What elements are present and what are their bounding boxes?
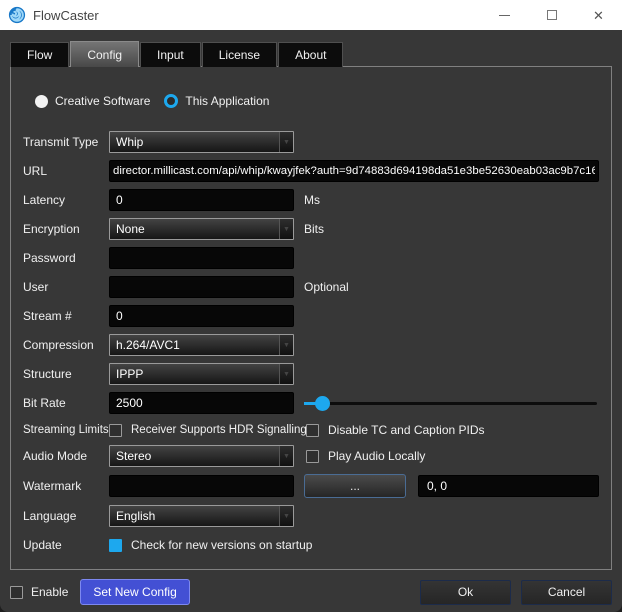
row-language: Language English ▼ xyxy=(23,505,599,527)
streaming-limits-label: Streaming Limits xyxy=(23,424,109,436)
row-password: Password xyxy=(23,247,599,269)
latency-unit-label: Ms xyxy=(304,193,320,207)
url-input[interactable] xyxy=(109,160,599,182)
close-button[interactable]: ✕ xyxy=(575,0,622,30)
radio-creative-software[interactable]: Creative Software xyxy=(35,94,150,108)
stream-number-input[interactable] xyxy=(109,305,294,327)
close-icon: ✕ xyxy=(593,9,604,22)
check-updates-checkbox-group[interactable]: Check for new versions on startup xyxy=(109,538,312,552)
structure-select[interactable]: IPPP ▼ xyxy=(109,363,294,385)
row-latency: Latency Ms xyxy=(23,189,599,211)
watermark-browse-button[interactable]: ... xyxy=(304,474,406,498)
titlebar: FlowCaster ✕ xyxy=(0,0,622,30)
watermark-label: Watermark xyxy=(23,479,109,493)
compression-label: Compression xyxy=(23,338,109,352)
enable-label: Enable xyxy=(31,585,68,599)
row-structure: Structure IPPP ▼ xyxy=(23,363,599,385)
url-label: URL xyxy=(23,164,109,178)
maximize-button[interactable] xyxy=(528,0,575,30)
stream-number-label: Stream # xyxy=(23,309,109,323)
audio-mode-select[interactable]: Stereo ▼ xyxy=(109,445,294,467)
play-audio-locally-checkbox-group[interactable]: Play Audio Locally xyxy=(306,449,425,463)
password-label: Password xyxy=(23,251,109,265)
chevron-down-icon[interactable]: ▼ xyxy=(279,219,293,239)
row-stream-number: Stream # xyxy=(23,305,599,327)
row-transmit-type: Transmit Type Whip ▼ xyxy=(23,131,599,153)
chevron-down-icon[interactable]: ▼ xyxy=(279,335,293,355)
row-bit-rate: Bit Rate xyxy=(23,392,599,414)
slider-track[interactable] xyxy=(304,402,597,405)
language-select[interactable]: English ▼ xyxy=(109,505,294,527)
hdr-signalling-checkbox-group[interactable]: Receiver Supports HDR Signalling xyxy=(109,424,306,437)
row-watermark: Watermark ... xyxy=(23,474,599,498)
row-compression: Compression h.264/AVC1 ▼ xyxy=(23,334,599,356)
row-update: Update Check for new versions on startup xyxy=(23,534,599,556)
hdr-signalling-checkbox[interactable] xyxy=(109,424,122,437)
window-title: FlowCaster xyxy=(33,8,99,23)
password-input[interactable] xyxy=(109,247,294,269)
watermark-position-input[interactable] xyxy=(418,475,599,497)
target-radio-group: Creative Software This Application xyxy=(35,93,599,109)
disable-tc-checkbox[interactable] xyxy=(306,424,319,437)
transmit-type-label: Transmit Type xyxy=(23,135,109,149)
user-optional-label: Optional xyxy=(304,280,349,294)
transmit-type-select[interactable]: Whip ▼ xyxy=(109,131,294,153)
bit-rate-input[interactable] xyxy=(109,392,294,414)
tab-input[interactable]: Input xyxy=(140,42,201,67)
chevron-down-icon[interactable]: ▼ xyxy=(279,132,293,152)
latency-label: Latency xyxy=(23,193,109,207)
tab-flow[interactable]: Flow xyxy=(10,42,69,67)
radio-this-application[interactable]: This Application xyxy=(164,94,269,108)
radio-unselected-icon xyxy=(35,95,48,108)
chevron-down-icon[interactable]: ▼ xyxy=(279,364,293,384)
chevron-down-icon[interactable]: ▼ xyxy=(279,446,293,466)
set-new-config-button[interactable]: Set New Config xyxy=(80,579,189,605)
window-controls: ✕ xyxy=(481,0,622,30)
bit-rate-slider[interactable] xyxy=(304,394,599,412)
tab-license[interactable]: License xyxy=(202,42,277,67)
encryption-label: Encryption xyxy=(23,222,109,236)
compression-select[interactable]: h.264/AVC1 ▼ xyxy=(109,334,294,356)
play-audio-locally-checkbox[interactable] xyxy=(306,450,319,463)
encryption-select[interactable]: None ▼ xyxy=(109,218,294,240)
tab-config[interactable]: Config xyxy=(70,41,139,67)
language-label: Language xyxy=(23,509,109,523)
minimize-button[interactable] xyxy=(481,0,528,30)
app-logo-icon xyxy=(8,6,26,24)
footer-bar: Enable Set New Config Ok Cancel xyxy=(0,570,622,605)
row-streaming-limits: Streaming Limits Receiver Supports HDR S… xyxy=(23,421,599,439)
encryption-unit-label: Bits xyxy=(304,222,324,236)
latency-input[interactable] xyxy=(109,189,294,211)
tab-bar: Flow Config Input License About xyxy=(0,30,622,67)
maximize-icon xyxy=(547,10,557,20)
watermark-input[interactable] xyxy=(109,475,294,497)
row-user: User Optional xyxy=(23,276,599,298)
user-input[interactable] xyxy=(109,276,294,298)
update-label: Update xyxy=(23,538,109,552)
cancel-button[interactable]: Cancel xyxy=(521,580,612,605)
bit-rate-label: Bit Rate xyxy=(23,396,109,410)
ok-button[interactable]: Ok xyxy=(420,580,511,605)
user-label: User xyxy=(23,280,109,294)
tab-about[interactable]: About xyxy=(278,42,343,67)
radio-selected-icon xyxy=(164,94,178,108)
slider-thumb[interactable] xyxy=(315,396,330,411)
chevron-down-icon[interactable]: ▼ xyxy=(279,506,293,526)
check-updates-checkbox[interactable] xyxy=(109,539,122,552)
row-encryption: Encryption None ▼ Bits xyxy=(23,218,599,240)
flowcaster-window: FlowCaster ✕ Flow Config Input License A… xyxy=(0,0,622,612)
config-panel: Creative Software This Application Trans… xyxy=(10,66,612,570)
enable-checkbox-group[interactable]: Enable xyxy=(10,585,68,599)
minimize-icon xyxy=(499,15,510,16)
audio-mode-label: Audio Mode xyxy=(23,449,109,463)
row-url: URL xyxy=(23,160,599,182)
row-audio-mode: Audio Mode Stereo ▼ Play Audio Locally xyxy=(23,445,599,467)
disable-tc-checkbox-group[interactable]: Disable TC and Caption PIDs xyxy=(306,423,485,437)
structure-label: Structure xyxy=(23,367,109,381)
enable-checkbox[interactable] xyxy=(10,586,23,599)
